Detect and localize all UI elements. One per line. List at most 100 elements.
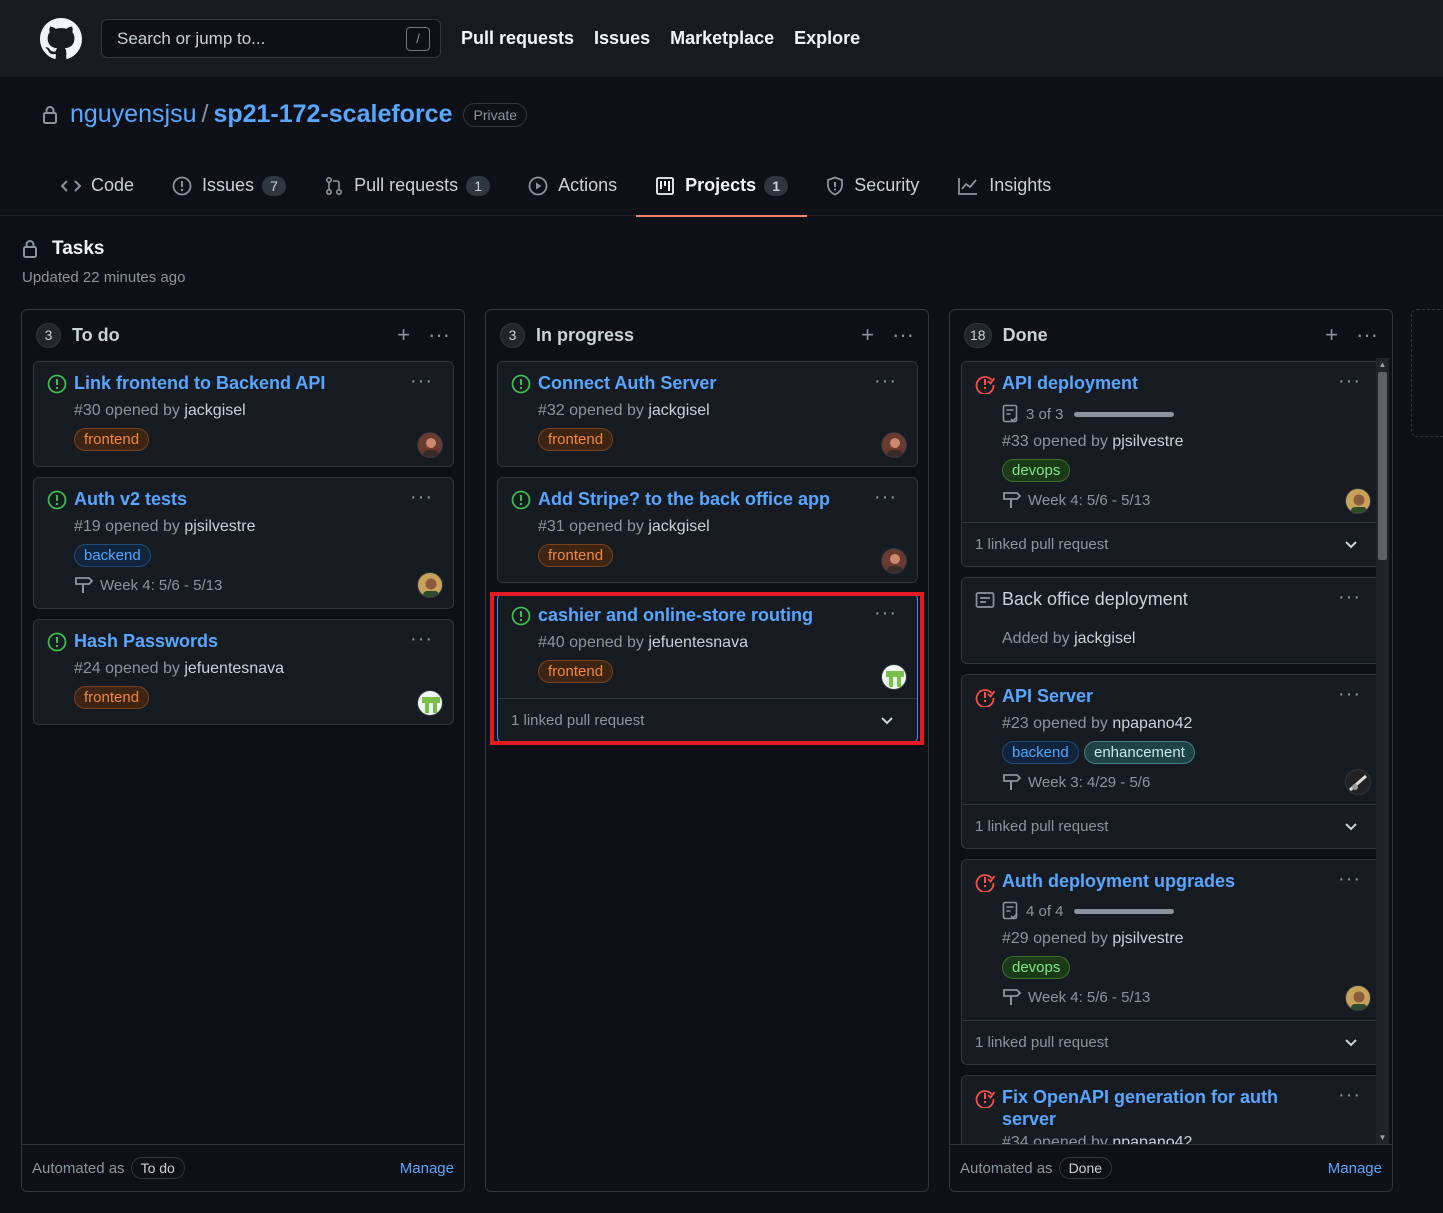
issue-author[interactable]: npapano42 <box>1112 715 1192 732</box>
label-frontend[interactable]: frontend <box>74 428 150 451</box>
tab-actions[interactable]: Actions <box>509 155 636 216</box>
tab-security[interactable]: Security <box>807 155 938 216</box>
issue-author[interactable]: jefuentesnava <box>648 634 748 651</box>
avatar[interactable] <box>1345 488 1371 514</box>
note-author[interactable]: jackgisel <box>1074 630 1135 647</box>
issue-title-link[interactable]: API Server <box>1002 685 1321 707</box>
repo-owner-link[interactable]: nguyensjsu <box>70 100 196 129</box>
avatar[interactable] <box>881 432 907 458</box>
card-menu-icon[interactable]: ··· <box>1338 586 1361 609</box>
manage-automation-link[interactable]: Manage <box>400 1160 454 1177</box>
label-devops[interactable]: devops <box>1002 956 1071 979</box>
linked-pull-request-toggle[interactable]: 1 linked pull request <box>498 698 917 742</box>
add-column-placeholder[interactable] <box>1411 309 1443 437</box>
label-frontend[interactable]: frontend <box>538 428 614 451</box>
issue-author[interactable]: pjsilvestre <box>184 518 255 535</box>
issue-author[interactable]: jackgisel <box>184 402 245 419</box>
issue-author[interactable]: jackgisel <box>648 402 709 419</box>
column-scrollbar[interactable]: ▲ ▼ <box>1376 358 1389 1144</box>
milestone[interactable]: Week 4: 5/6 - 5/13 <box>1002 988 1150 1006</box>
column-menu-icon[interactable]: ··· <box>892 322 914 348</box>
issue-card[interactable]: API deployment ··· 3 of 3 #33 opened by … <box>961 361 1380 567</box>
scroll-down-arrow-icon[interactable]: ▼ <box>1378 1133 1387 1142</box>
milestone[interactable]: Week 3: 4/29 - 5/6 <box>1002 773 1150 791</box>
column-menu-icon[interactable]: ··· <box>1356 322 1378 348</box>
issue-card-selected[interactable]: cashier and online-store routing ··· #40… <box>497 593 918 743</box>
avatar[interactable] <box>417 690 443 716</box>
issue-title-link[interactable]: Add Stripe? to the back office app <box>538 488 857 510</box>
issue-card[interactable]: Hash Passwords ··· #24 opened by jefuent… <box>33 619 454 725</box>
avatar[interactable] <box>881 548 907 574</box>
card-menu-icon[interactable]: ··· <box>410 486 433 509</box>
scroll-up-arrow-icon[interactable]: ▲ <box>1378 360 1387 369</box>
nav-pull-requests[interactable]: Pull requests <box>461 28 574 49</box>
add-card-icon[interactable]: + <box>397 322 410 348</box>
card-menu-icon[interactable]: ··· <box>1338 683 1361 706</box>
label-enhancement[interactable]: enhancement <box>1084 741 1195 764</box>
issue-author[interactable]: pjsilvestre <box>1112 433 1183 450</box>
issue-title-link[interactable]: API deployment <box>1002 372 1321 394</box>
linked-pull-request-toggle[interactable]: 1 linked pull request <box>962 1020 1380 1064</box>
issue-author[interactable]: jefuentesnava <box>184 660 284 677</box>
card-menu-icon[interactable]: ··· <box>874 602 897 625</box>
task-progress-text: 4 of 4 <box>1026 902 1064 920</box>
issue-title-link[interactable]: Link frontend to Backend API <box>74 372 393 394</box>
issue-card[interactable]: Connect Auth Server ··· #32 opened by ja… <box>497 361 918 467</box>
milestone[interactable]: Week 4: 5/6 - 5/13 <box>1002 491 1150 509</box>
label-devops[interactable]: devops <box>1002 459 1071 482</box>
issue-title-link[interactable]: Fix OpenAPI generation for auth server <box>1002 1086 1321 1130</box>
add-card-icon[interactable]: + <box>861 322 874 348</box>
issue-card[interactable]: Fix OpenAPI generation for auth server ·… <box>961 1075 1380 1145</box>
linked-pull-request-toggle[interactable]: 1 linked pull request <box>962 522 1380 566</box>
avatar[interactable] <box>417 572 443 598</box>
milestone-icon <box>1003 989 1022 1005</box>
tab-code[interactable]: Code <box>42 155 153 216</box>
avatar[interactable] <box>1345 985 1371 1011</box>
issue-title-link[interactable]: Hash Passwords <box>74 630 393 652</box>
tab-issues[interactable]: Issues 7 <box>153 155 305 216</box>
github-logo-icon[interactable] <box>40 17 82 60</box>
tab-insights[interactable]: Insights <box>938 155 1070 216</box>
tab-pull-requests[interactable]: Pull requests 1 <box>305 155 509 216</box>
add-card-icon[interactable]: + <box>1325 322 1338 348</box>
issue-card[interactable]: Link frontend to Backend API ··· #30 ope… <box>33 361 454 467</box>
card-menu-icon[interactable]: ··· <box>874 370 897 393</box>
milestone[interactable]: Week 4: 5/6 - 5/13 <box>74 576 222 594</box>
issue-card[interactable]: API Server ··· #23 opened by npapano42 b… <box>961 674 1380 849</box>
label-backend[interactable]: backend <box>1002 741 1079 764</box>
issue-card[interactable]: Auth v2 tests ··· #19 opened by pjsilves… <box>33 477 454 609</box>
issue-author[interactable]: jackgisel <box>648 518 709 535</box>
avatar[interactable] <box>417 432 443 458</box>
issue-card[interactable]: Add Stripe? to the back office app ··· #… <box>497 477 918 583</box>
issue-card[interactable]: Auth deployment upgrades ··· 4 of 4 #29 … <box>961 859 1380 1065</box>
card-menu-icon[interactable]: ··· <box>1338 370 1361 393</box>
search-input[interactable]: Search or jump to... / <box>101 19 441 58</box>
card-menu-icon[interactable]: ··· <box>1338 1084 1361 1107</box>
linked-pull-request-toggle[interactable]: 1 linked pull request <box>962 804 1380 848</box>
issue-title-link[interactable]: Auth deployment upgrades <box>1002 870 1321 892</box>
nav-explore[interactable]: Explore <box>794 28 860 49</box>
issue-title-link[interactable]: cashier and online-store routing <box>538 604 857 626</box>
issue-author[interactable]: pjsilvestre <box>1112 930 1183 947</box>
avatar[interactable] <box>1345 769 1371 795</box>
label-backend[interactable]: backend <box>74 544 151 567</box>
card-menu-icon[interactable]: ··· <box>874 486 897 509</box>
issue-title-link[interactable]: Auth v2 tests <box>74 488 393 510</box>
card-menu-icon[interactable]: ··· <box>410 370 433 393</box>
scrollbar-thumb[interactable] <box>1378 372 1387 560</box>
card-menu-icon[interactable]: ··· <box>1338 868 1361 891</box>
avatar[interactable] <box>881 664 907 690</box>
issue-title-link[interactable]: Connect Auth Server <box>538 372 857 394</box>
repo-name-link[interactable]: sp21-172-scaleforce <box>213 100 452 129</box>
label-frontend[interactable]: frontend <box>538 544 614 567</box>
label-frontend[interactable]: frontend <box>74 686 150 709</box>
nav-issues[interactable]: Issues <box>594 28 650 49</box>
label-frontend[interactable]: frontend <box>538 660 614 683</box>
note-card[interactable]: Back office deployment ··· Added by jack… <box>961 577 1380 664</box>
tab-projects[interactable]: Projects 1 <box>636 155 808 217</box>
column-menu-icon[interactable]: ··· <box>428 322 450 348</box>
card-menu-icon[interactable]: ··· <box>410 628 433 651</box>
column-header: 18 Done + ··· <box>964 322 1378 348</box>
manage-automation-link[interactable]: Manage <box>1328 1160 1382 1177</box>
nav-marketplace[interactable]: Marketplace <box>670 28 774 49</box>
